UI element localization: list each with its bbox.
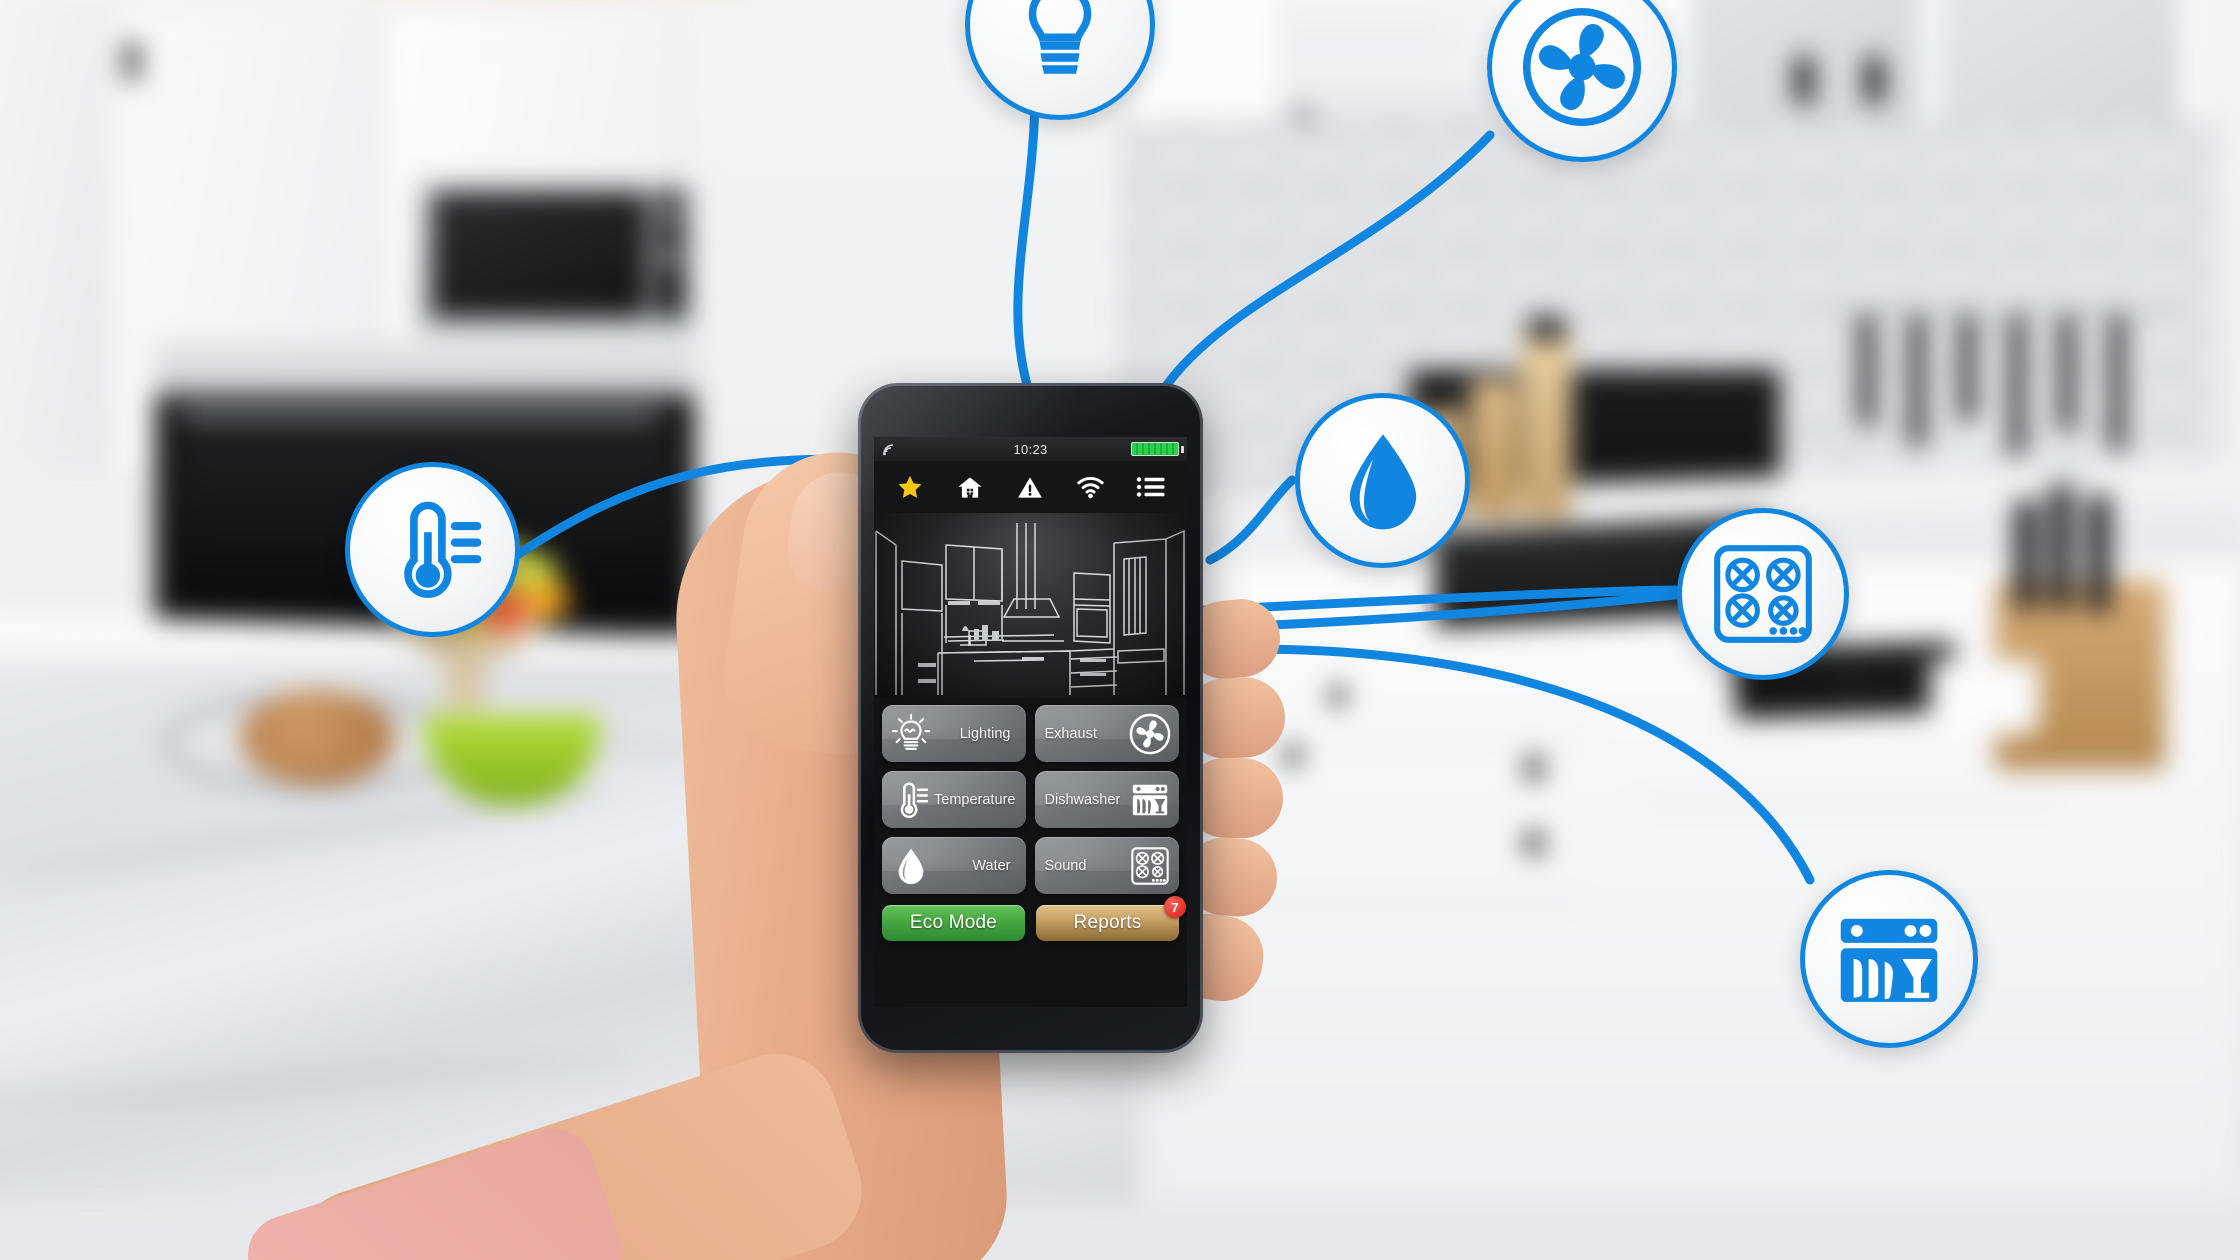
cooktop-icon bbox=[1714, 545, 1812, 643]
cooktop-bubble[interactable] bbox=[1677, 508, 1849, 680]
dishwasher-icon bbox=[1127, 777, 1173, 823]
reports-badge: 7 bbox=[1164, 896, 1186, 918]
fan-icon bbox=[1522, 7, 1642, 127]
tile-label: Water bbox=[972, 857, 1011, 874]
tile-temperature[interactable]: Temperature bbox=[882, 771, 1026, 828]
tile-label: Lighting bbox=[959, 725, 1011, 742]
screenshot-stage: 10:23 Lighting Exhaust Temperature Dishw… bbox=[0, 0, 2240, 1260]
app-nav-bar bbox=[874, 461, 1187, 513]
water-drop-icon bbox=[1349, 433, 1416, 529]
lightbulb-icon bbox=[1028, 0, 1092, 74]
line-to-dishwasher bbox=[1200, 644, 1815, 885]
status-time: 10:23 bbox=[1013, 441, 1048, 457]
kitchen-lineart-svg bbox=[875, 523, 1185, 695]
reports-button-wrap: Reports 7 bbox=[1036, 896, 1186, 941]
wifi-button[interactable] bbox=[1074, 470, 1108, 504]
tile-row-3: Water Sound bbox=[882, 837, 1179, 894]
cooktop-icon bbox=[1127, 843, 1173, 889]
tile-label: Exhaust bbox=[1044, 725, 1097, 742]
star-icon bbox=[898, 475, 922, 498]
alerts-button[interactable] bbox=[1013, 470, 1047, 504]
reports-button[interactable]: Reports bbox=[1036, 905, 1179, 941]
kitchen-floorplan-render bbox=[874, 513, 1187, 698]
thermometer-icon bbox=[888, 777, 934, 823]
house-icon bbox=[958, 476, 982, 498]
tile-label: Temperature bbox=[934, 791, 1016, 808]
control-tile-grid: Lighting Exhaust Temperature Dishwasher … bbox=[874, 698, 1187, 894]
tile-row-2: Temperature Dishwasher bbox=[882, 771, 1179, 828]
water-drop-bubble[interactable] bbox=[1295, 393, 1470, 568]
tile-water[interactable]: Water bbox=[882, 837, 1026, 894]
menu-button[interactable] bbox=[1134, 470, 1168, 504]
dishwasher-bubble[interactable] bbox=[1800, 870, 1978, 1048]
wifi-icon bbox=[1077, 476, 1104, 499]
status-bar: 10:23 bbox=[874, 437, 1187, 461]
fan-icon bbox=[1127, 711, 1173, 757]
warning-triangle-icon bbox=[1018, 476, 1043, 498]
line-to-fan bbox=[1155, 130, 1495, 400]
action-button-row: Eco Mode Reports 7 bbox=[874, 896, 1187, 941]
lightbulb-icon bbox=[888, 711, 934, 757]
tile-dishwasher[interactable]: Dishwasher bbox=[1034, 771, 1179, 828]
thermometer-icon bbox=[403, 501, 481, 598]
tile-row-1: Lighting Exhaust bbox=[882, 705, 1179, 762]
tile-exhaust[interactable]: Exhaust bbox=[1034, 705, 1179, 762]
tile-label: Dishwasher bbox=[1044, 791, 1121, 808]
tile-sound[interactable]: Sound bbox=[1034, 837, 1179, 894]
water-drop-icon bbox=[888, 843, 934, 889]
dishwasher-icon bbox=[1840, 918, 1938, 1002]
list-menu-icon bbox=[1136, 477, 1165, 497]
line-to-lightbulb bbox=[1013, 85, 1040, 400]
tile-label: Sound bbox=[1044, 857, 1087, 874]
favorites-star-button[interactable] bbox=[893, 470, 927, 504]
line-to-water bbox=[1205, 475, 1297, 565]
phone-screen[interactable]: 10:23 Lighting Exhaust Temperature Dishw… bbox=[874, 437, 1187, 1007]
tile-lighting[interactable]: Lighting bbox=[882, 705, 1026, 762]
home-button[interactable] bbox=[953, 470, 987, 504]
thermometer-bubble[interactable] bbox=[345, 462, 520, 637]
eco-mode-button[interactable]: Eco Mode bbox=[882, 905, 1025, 941]
